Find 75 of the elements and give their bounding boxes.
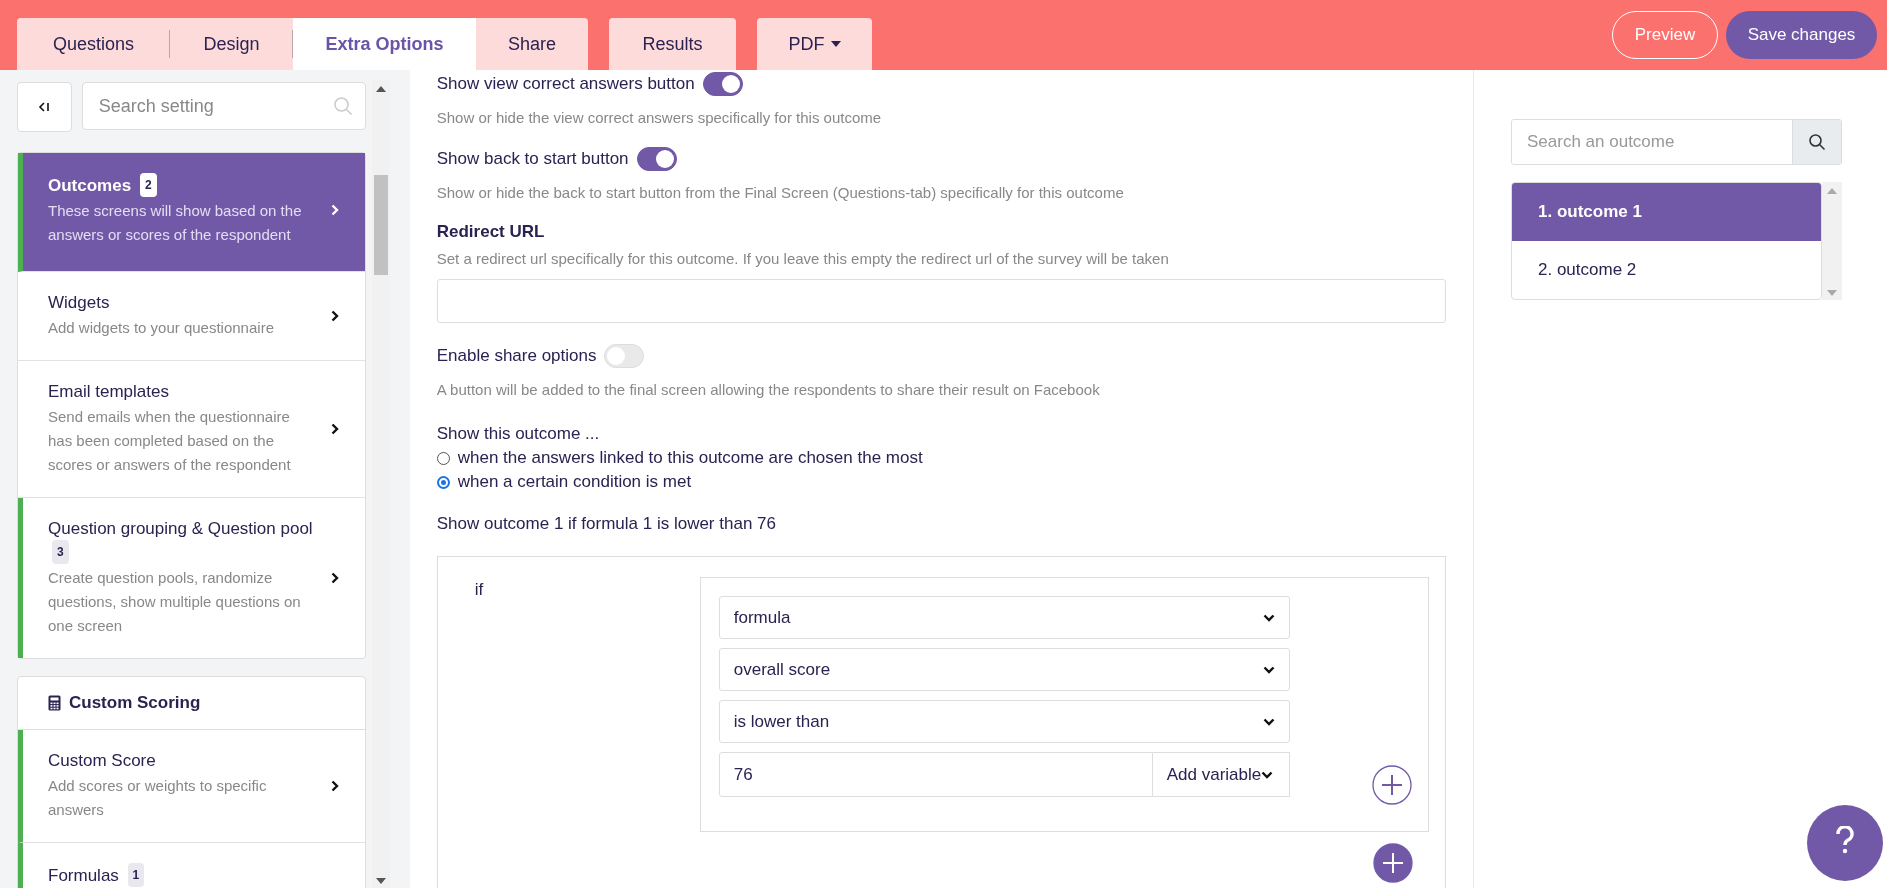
item-description: These screens will show based on the answers or scores of the respondent (48, 201, 303, 245)
setting-label: Enable share options (436, 346, 597, 366)
count-badge: 3 (52, 540, 69, 564)
select-field[interactable]: formula (718, 596, 1290, 639)
chevron-right-icon (330, 310, 339, 322)
search-icon (1808, 133, 1826, 151)
item-title: Custom Score (48, 750, 157, 772)
condition-summary: Show outcome 1 if formula 1 is lower than 76 (436, 514, 777, 534)
settings-item[interactable]: Email templates Send emails when the questionnaire has been completed based on the scores or answers of the respondent (18, 361, 365, 498)
question-icon (1835, 825, 1855, 854)
select-field[interactable]: overall score (718, 648, 1290, 691)
chevron-right-icon (330, 423, 339, 435)
outcome-item[interactable]: 1. outcome 1 (1512, 183, 1821, 241)
chevron-down-icon (1262, 717, 1275, 726)
setting-description: Show or hide the view correct answers specifically for this outcome (436, 109, 883, 126)
outcome-item[interactable]: 2. outcome 2 (1512, 241, 1821, 299)
tab[interactable]: Extra Options (293, 18, 476, 70)
item-description: Create question pools, randomize questions, show multiple questions on one screen (48, 568, 302, 636)
tab[interactable]: PDF (757, 18, 872, 70)
tab[interactable]: Results (609, 18, 736, 70)
item-title: Question grouping & Question pool 3 (48, 518, 317, 564)
radio-button[interactable] (436, 475, 450, 489)
radio-label: when the answers linked to this outcome are chosen the most (457, 448, 923, 468)
item-description: Send emails when the questionnaire has been completed based on the scores or answers of the respondent (48, 407, 292, 475)
toggle-switch[interactable] (636, 147, 677, 171)
url-field[interactable] (436, 279, 1446, 323)
scrollbar[interactable] (371, 80, 390, 888)
search-field[interactable]: Search an outcome (1511, 119, 1842, 165)
add-icon[interactable] (1372, 843, 1413, 883)
caret-icon (830, 41, 841, 47)
select-field[interactable]: is lower than (718, 700, 1290, 743)
chevron-down-icon (1262, 613, 1275, 622)
toggle-switch[interactable] (702, 72, 743, 96)
setting-label: Redirect URL (436, 222, 545, 242)
collapse-icon (38, 101, 51, 113)
search-field[interactable]: Search setting (81, 82, 366, 130)
calculator-icon (48, 695, 61, 711)
chevron-down-icon (1261, 770, 1274, 779)
radio-button[interactable] (436, 451, 450, 465)
chevron-right-icon (330, 204, 339, 216)
scrollbar[interactable] (1822, 182, 1842, 300)
setting-description: A button will be added to the final screen allowing the respondents to share their result on Facebook (436, 381, 1101, 398)
tab[interactable]: Design (170, 18, 293, 70)
settings-item[interactable]: Custom Score Add scores or weights to specific answers (18, 730, 365, 843)
setting-description: Show or hide the back to start button from the Final Screen (Questions-tab) specifically for this outcome (436, 184, 1125, 201)
chevron-down-icon (1262, 665, 1275, 674)
tab[interactable]: Questions (17, 18, 170, 70)
select-field[interactable]: Add variable (1152, 752, 1290, 797)
count-badge: 2 (139, 173, 157, 197)
item-title: Outcomes 2 (48, 173, 317, 197)
search-icon (332, 96, 353, 116)
settings-item[interactable]: Widgets Add widgets to your questionnaire (18, 272, 365, 361)
settings-item[interactable]: Outcomes 2 These screens will show based on the answers or scores of the respondent (18, 153, 365, 272)
item-title: Widgets (48, 292, 111, 314)
chevron-right-icon (330, 572, 339, 584)
count-badge: 1 (127, 863, 145, 887)
setting-label: Show back to start button (436, 149, 629, 169)
search-button[interactable] (1792, 120, 1841, 164)
setting-label: Show this outcome ... (436, 424, 601, 444)
item-description: Add scores or weights to specific answers (48, 776, 268, 820)
setting-label: Show view correct answers button (436, 74, 695, 94)
settings-item[interactable]: Question grouping & Question pool 3 Create question pools, randomize questions, show multiple questions on one screen (18, 498, 365, 658)
radio-label: when a certain condition is met (457, 472, 692, 492)
item-description: Add widgets to your questionnaire (48, 318, 275, 338)
item-title: Formulas 1 (48, 863, 339, 887)
settings-item[interactable]: Formulas 1 (18, 843, 365, 888)
setting-description: Set a redirect url specifically for this outcome. If you leave this empty the redirect url of the survey will be taken (436, 250, 1170, 267)
save-button[interactable]: Save changes (1726, 11, 1877, 59)
section-title: Custom Scoring (69, 693, 201, 713)
chevron-right-icon (330, 780, 339, 792)
add-icon[interactable] (1371, 765, 1412, 805)
if-label: if (474, 580, 484, 599)
item-title: Email templates (48, 381, 170, 403)
tab[interactable]: Share (476, 18, 588, 70)
value-field[interactable]: 76 (718, 752, 1153, 797)
